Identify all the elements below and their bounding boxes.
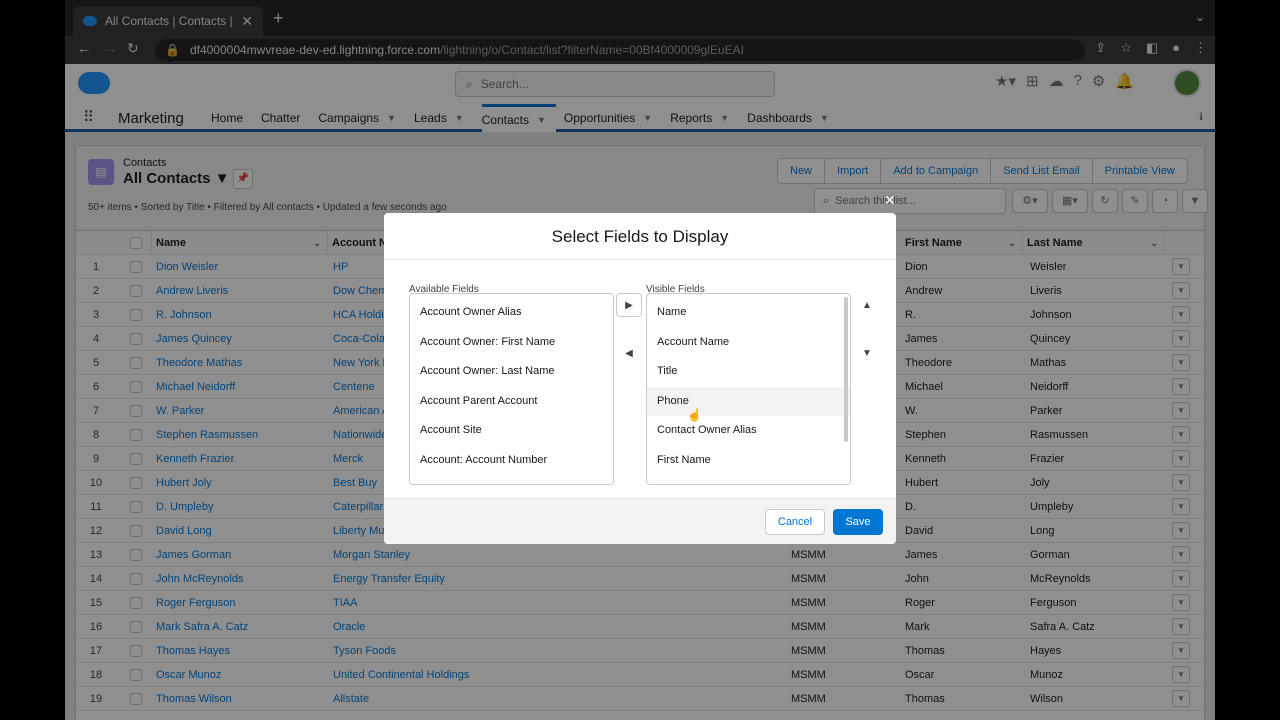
visible-field-option[interactable]: Contact Owner Alias (647, 416, 850, 446)
move-to-visible-button[interactable]: ▶ (616, 293, 642, 317)
visible-field-option[interactable]: Title (647, 357, 850, 387)
available-field-option[interactable]: Account Owner Alias (410, 298, 613, 328)
listbox-scrollbar[interactable] (844, 297, 848, 442)
available-field-option[interactable]: Account Site (410, 416, 613, 446)
close-icon[interactable]: ✕ (884, 192, 896, 209)
available-field-option[interactable]: Account Parent Account (410, 387, 613, 417)
modal-title: Select Fields to Display (384, 213, 896, 260)
browser-window: All Contacts | Contacts | Salesf ✕ + ⌄ 🔒… (65, 0, 1215, 720)
move-up-button[interactable]: ▲ (854, 294, 880, 318)
visible-field-option[interactable]: First Name (647, 446, 850, 476)
available-field-option[interactable]: Account: Account Number (410, 446, 613, 476)
visible-field-option[interactable]: Name (647, 298, 850, 328)
visible-field-option[interactable]: Phone (647, 386, 850, 416)
move-to-available-button[interactable]: ◀ (616, 342, 642, 366)
save-button[interactable]: Save (833, 509, 883, 535)
visible-fields-listbox[interactable]: Name Account Name Title Phone Contact Ow… (646, 293, 851, 485)
move-down-button[interactable]: ▼ (854, 342, 880, 366)
modal-footer: Cancel Save (384, 498, 896, 544)
cancel-button[interactable]: Cancel (765, 509, 825, 535)
visible-field-option[interactable]: Account Name (647, 328, 850, 358)
available-field-option[interactable]: Account Owner: First Name (410, 328, 613, 358)
available-field-option[interactable]: Account Owner: Last Name (410, 357, 613, 387)
pointer-cursor-icon: ☝ (687, 408, 702, 422)
select-fields-modal: Select Fields to Display Available Field… (384, 213, 896, 544)
available-fields-listbox[interactable]: Account Owner Alias Account Owner: First… (409, 293, 614, 485)
